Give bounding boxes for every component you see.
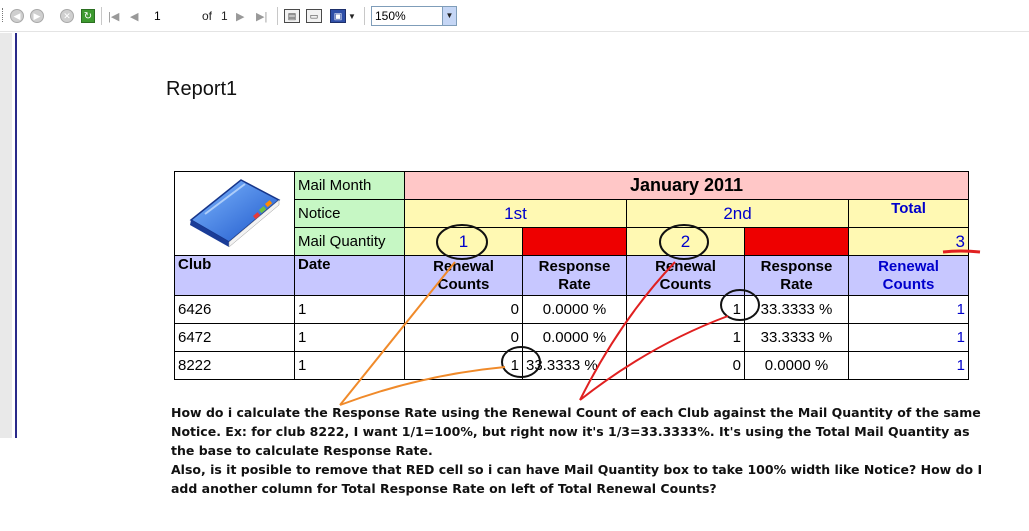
page-layout-icon: ▭ — [306, 9, 322, 23]
page-of-label: of — [202, 9, 213, 23]
date-cell: 1 — [294, 351, 405, 380]
print-button[interactable]: ▤ — [284, 7, 300, 25]
response-rate-header-1st: Response Rate — [522, 255, 627, 296]
red-cell-2nd — [744, 227, 849, 256]
date-header: Date — [294, 255, 405, 296]
report-viewer-toolbar: ◀ ▶ ✕ ↻ |◀ ◀ of 1 ▶ ▶| ▤ ▭ ▣▼ 150% ▼ — [0, 0, 1029, 32]
total-cell: 1 — [848, 295, 969, 324]
club-cell: 8222 — [174, 351, 295, 380]
rate-cell: 33.3333 % — [744, 295, 849, 324]
table-row: 8222 1 1 33.3333 % 0 0.0000 % 1 — [174, 351, 969, 380]
club-header: Club — [174, 255, 295, 296]
notice-label: Notice — [294, 199, 405, 228]
mail-qty-1st: 1 — [404, 227, 523, 256]
club-cell: 6426 — [174, 295, 295, 324]
renewal-counts-header-1st: Renewal Counts — [404, 255, 523, 296]
date-cell: 1 — [294, 295, 405, 324]
question-line: How do i calculate the Response Rate usi… — [171, 405, 981, 420]
response-rate-header-2nd: Response Rate — [744, 255, 849, 296]
table-row: 6426 1 0 0.0000 % 1 33.3333 % 1 — [174, 295, 969, 324]
back-icon: ◀ — [10, 9, 24, 23]
page-number-input[interactable] — [148, 6, 188, 26]
month-value: January 2011 — [404, 171, 969, 200]
previous-page-icon: ◀ — [130, 10, 139, 23]
question-line: the base to calculate Response Rate. — [171, 443, 433, 458]
mail-month-label: Mail Month — [294, 171, 405, 200]
last-page-icon: ▶| — [256, 10, 268, 23]
renewal-cell: 0 — [404, 295, 523, 324]
renewal-counts-header-2nd: Renewal Counts — [626, 255, 745, 296]
total-cell: 1 — [848, 323, 969, 352]
rate-cell: 33.3333 % — [744, 323, 849, 352]
viewer-left-margin — [0, 33, 12, 438]
renewal-cell: 1 — [626, 323, 745, 352]
first-page-button[interactable]: |◀ — [108, 7, 119, 25]
toolbar-separator — [364, 7, 365, 25]
toolbar-grip[interactable] — [2, 8, 5, 22]
total-renewal-counts-header: Renewal Counts — [848, 255, 969, 296]
next-page-button[interactable]: ▶ — [236, 7, 244, 25]
question-text: How do i calculate the Response Rate usi… — [171, 403, 1001, 498]
total-label: Total — [848, 199, 969, 228]
table-row: 6472 1 0 0.0000 % 1 33.3333 % 1 — [174, 323, 969, 352]
rate-cell: 0.0000 % — [522, 323, 627, 352]
renewal-cell: 0 — [404, 323, 523, 352]
toolbar-separator — [101, 7, 102, 25]
red-cell-1st — [522, 227, 627, 256]
save-icon: ▣ — [330, 9, 346, 23]
mail-qty-2nd: 2 — [626, 227, 745, 256]
page-border-line — [15, 33, 17, 438]
first-page-icon: |◀ — [108, 10, 120, 23]
rate-cell: 0.0000 % — [744, 351, 849, 380]
rate-cell: 0.0000 % — [522, 295, 627, 324]
back-button[interactable]: ◀ — [10, 7, 24, 25]
date-cell: 1 — [294, 323, 405, 352]
mail-qty-total: 3 — [848, 227, 969, 256]
toolbar-separator — [277, 7, 278, 25]
page-layout-button[interactable]: ▭ — [306, 7, 322, 25]
refresh-button[interactable]: ↻ — [81, 7, 95, 25]
previous-page-button[interactable]: ◀ — [130, 7, 138, 25]
forward-icon: ▶ — [30, 9, 44, 23]
renewal-cell: 1 — [404, 351, 523, 380]
question-line: Notice. Ex: for club 8222, I want 1/1=10… — [171, 424, 970, 439]
forward-button[interactable]: ▶ — [30, 7, 44, 25]
renewal-cell: 1 — [626, 295, 745, 324]
chevron-down-icon: ▼ — [348, 11, 356, 21]
refresh-icon: ↻ — [81, 9, 95, 23]
question-line: Also, is it posible to remove that RED c… — [171, 462, 983, 477]
club-cell: 6472 — [174, 323, 295, 352]
book-icon — [189, 178, 280, 248]
notice-1st: 1st — [404, 199, 627, 228]
question-line: add another column for Total Response Ra… — [171, 481, 717, 496]
total-cell: 1 — [848, 351, 969, 380]
printer-icon: ▤ — [284, 9, 300, 23]
stop-icon: ✕ — [60, 9, 74, 23]
report-matrix-table: Mail Month January 2011 Notice 1st 2nd T… — [174, 171, 969, 380]
last-page-button[interactable]: ▶| — [256, 7, 267, 25]
report-title: Report1 — [166, 78, 238, 100]
notice-2nd: 2nd — [626, 199, 849, 228]
rate-cell: 33.3333 % — [522, 351, 627, 380]
mail-quantity-label: Mail Quantity — [294, 227, 405, 256]
page-total: 1 — [221, 9, 228, 23]
zoom-value: 150% — [375, 9, 406, 23]
zoom-select[interactable]: 150% ▼ — [371, 6, 457, 26]
export-button[interactable]: ▣ ▼ — [330, 7, 356, 25]
next-page-icon: ▶ — [236, 10, 245, 23]
renewal-cell: 0 — [626, 351, 745, 380]
chevron-down-icon[interactable]: ▼ — [442, 7, 456, 25]
book-logo — [174, 171, 295, 256]
stop-button[interactable]: ✕ — [60, 7, 74, 25]
